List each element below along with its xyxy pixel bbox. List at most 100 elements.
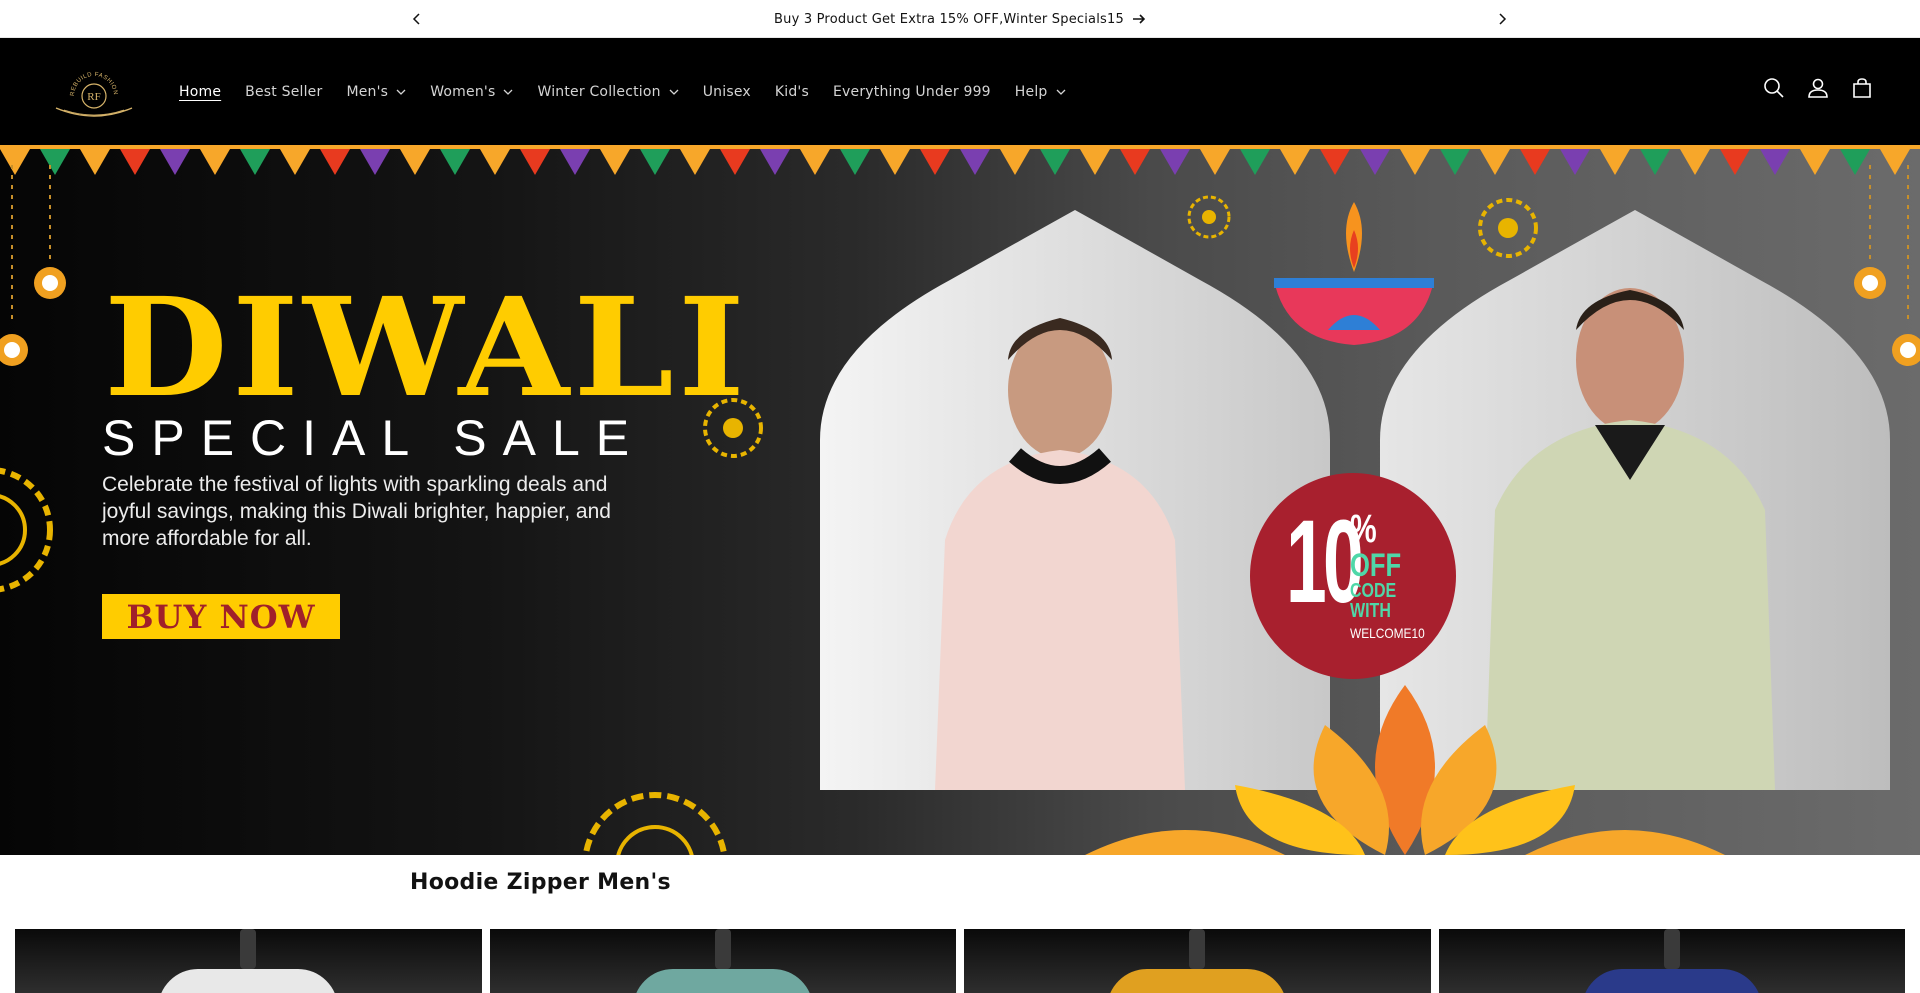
bunting-flag: [920, 149, 950, 175]
discount-percent: %: [1350, 507, 1377, 551]
logo[interactable]: REBUILD FASHION RF: [52, 64, 136, 120]
announcement-bar: Buy 3 Product Get Extra 15% OFF,Winter S…: [0, 0, 1920, 38]
header-actions: [1762, 76, 1874, 100]
nav-womens[interactable]: Women's: [430, 84, 513, 100]
lotus-decoration: [1085, 685, 1725, 855]
bunting-flag: [1480, 149, 1510, 175]
announcement-text: Buy 3 Product Get Extra 15% OFF,Winter S…: [774, 11, 1124, 27]
bunting-flag: [400, 149, 430, 175]
bunting-flag: [1240, 149, 1270, 175]
bunting-flag: [1160, 149, 1190, 175]
search-button[interactable]: [1762, 76, 1786, 100]
announcement-next-button[interactable]: [1490, 7, 1514, 31]
bunting-flag: [1440, 149, 1470, 175]
bunting-flag: [1720, 149, 1750, 175]
hanger-icon: [1663, 929, 1680, 969]
hanging-lamps-left: [0, 165, 66, 366]
site-header: REBUILD FASHION RF Home Best Seller Men'…: [0, 38, 1920, 145]
bunting-flag: [520, 149, 550, 175]
bunting-flag: [1200, 149, 1230, 175]
discount-number: 10: [1286, 496, 1364, 628]
chevron-down-icon: [503, 89, 513, 95]
product-image: [632, 969, 813, 993]
nav-help[interactable]: Help: [1015, 84, 1066, 100]
nav-best-seller[interactable]: Best Seller: [245, 84, 322, 100]
hanger-icon: [240, 929, 257, 969]
bunting-flag: [1280, 149, 1310, 175]
product-card[interactable]: [15, 929, 482, 993]
bunting-flag: [1040, 149, 1070, 175]
bunting-flag: [1560, 149, 1590, 175]
bunting-flag: [1000, 149, 1030, 175]
bunting-flag: [1760, 149, 1790, 175]
promo-code: WELCOME10: [1350, 625, 1425, 641]
logo-text: RF: [87, 91, 100, 103]
cart-icon: [1853, 78, 1871, 98]
arrow-right-icon: [1132, 14, 1146, 24]
bunting-flag: [320, 149, 350, 175]
product-image: [158, 969, 339, 993]
announcement-link[interactable]: Buy 3 Product Get Extra 15% OFF,Winter S…: [774, 12, 1146, 27]
bunting-flag: [680, 149, 710, 175]
bunting-flag: [1400, 149, 1430, 175]
bunting-flag: [960, 149, 990, 175]
hero-banner[interactable]: DIWALI SPECIAL SALE Celebrate the festiv…: [0, 145, 1920, 855]
nav-mens[interactable]: Men's: [346, 84, 406, 100]
chevron-down-icon: [669, 89, 679, 95]
nav-home[interactable]: Home: [179, 84, 221, 100]
main-nav: Home Best Seller Men's Women's Winter Co…: [179, 38, 1090, 145]
bunting-flag: [200, 149, 230, 175]
bunting-flag: [160, 149, 190, 175]
chevron-right-icon: [1499, 13, 1507, 25]
mandala-left: [0, 467, 53, 593]
product-card[interactable]: [964, 929, 1431, 993]
hanger-icon: [1189, 929, 1206, 969]
product-image: [1581, 969, 1762, 993]
account-button[interactable]: [1806, 76, 1830, 100]
bunting-flag: [280, 149, 310, 175]
bunting-decoration: [0, 145, 1920, 175]
bunting-flag: [1120, 149, 1150, 175]
nav-kids[interactable]: Kid's: [775, 84, 809, 100]
product-image: [1107, 969, 1288, 993]
bunting-flag: [760, 149, 790, 175]
hero-title: DIWALI: [104, 268, 750, 428]
bunting-flag: [1320, 149, 1350, 175]
account-icon: [1808, 78, 1828, 98]
bunting-flag: [360, 149, 390, 175]
hero-description: Celebrate the festival of lights with sp…: [102, 473, 611, 550]
nav-unisex[interactable]: Unisex: [703, 84, 751, 100]
bunting-flag: [640, 149, 670, 175]
cart-button[interactable]: [1850, 76, 1874, 100]
section-title: Hoodie Zipper Men's: [410, 870, 671, 895]
buy-now-button[interactable]: BUY NOW: [102, 594, 340, 639]
bunting-flag: [1360, 149, 1390, 175]
search-icon: [1764, 78, 1784, 98]
bunting-flag: [560, 149, 590, 175]
bunting-flag: [800, 149, 830, 175]
discount-badge: 10 % OFF CODE WITH WELCOME10: [1250, 473, 1456, 679]
bunting-flag: [840, 149, 870, 175]
bunting-flag: [120, 149, 150, 175]
bunting-flag: [1600, 149, 1630, 175]
discount-code-label: CODE WITH: [1350, 580, 1397, 622]
bunting-flag: [440, 149, 470, 175]
bunting-flag: [880, 149, 910, 175]
product-card[interactable]: [489, 929, 956, 993]
product-card[interactable]: [1438, 929, 1905, 993]
chevron-down-icon: [1056, 89, 1065, 95]
discount-off: OFF: [1350, 547, 1402, 583]
bunting-flag: [720, 149, 750, 175]
bunting-flag: [80, 149, 110, 175]
bunting-flag: [1640, 149, 1670, 175]
nav-winter-collection[interactable]: Winter Collection: [537, 84, 679, 100]
bunting-flag: [600, 149, 630, 175]
hanger-icon: [714, 929, 731, 969]
chevron-down-icon: [396, 89, 406, 95]
logo-emblem: REBUILD FASHION RF: [55, 72, 133, 117]
bunting-flag: [480, 149, 510, 175]
bunting-flag: [1680, 149, 1710, 175]
nav-everything-under-999[interactable]: Everything Under 999: [833, 84, 991, 100]
bunting-flag: [240, 149, 270, 175]
bunting-flag: [1520, 149, 1550, 175]
